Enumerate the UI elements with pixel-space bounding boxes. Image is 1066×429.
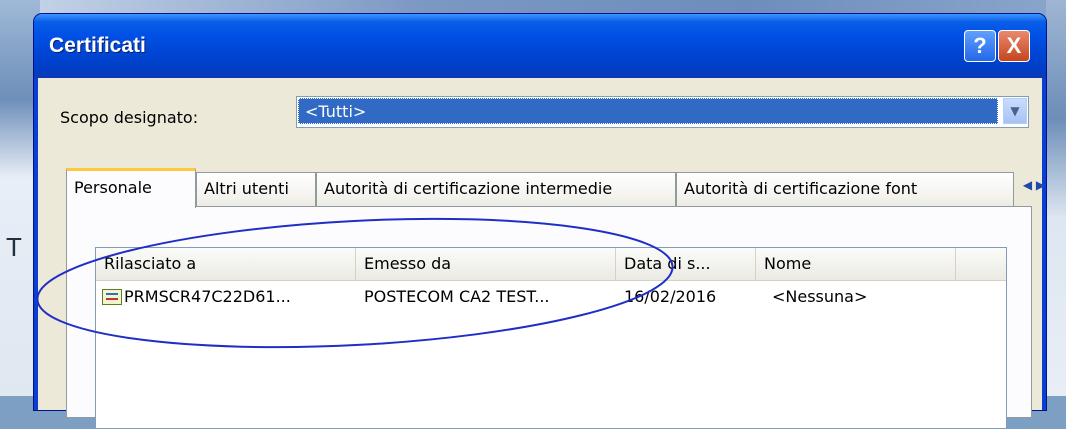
background-letter: T xyxy=(6,232,22,262)
column-header-date[interactable]: Data di s... xyxy=(616,248,756,280)
tab-personale[interactable]: Personale xyxy=(66,168,196,208)
tab-altri-utenti[interactable]: Altri utenti xyxy=(196,172,316,206)
column-header-issued-to[interactable]: Rilasciato a xyxy=(96,248,356,280)
dialog-body: Scopo designato: <Tutti> ▼ Personale Alt… xyxy=(38,78,1045,429)
list-item[interactable]: PRMSCR47C22D61... POSTECOM CA2 TEST... 1… xyxy=(96,282,1006,312)
tab-strip: Personale Altri utenti Autorità di certi… xyxy=(66,168,1045,208)
certificates-dialog: Certificati ? X Scopo designato: <Tutti>… xyxy=(34,14,1046,429)
dialog-title: Certificati xyxy=(49,34,146,57)
help-button[interactable]: ? xyxy=(964,30,996,62)
tab-autorita-intermedie[interactable]: Autorità di certificazione intermedie xyxy=(316,172,676,206)
close-button[interactable]: X xyxy=(998,30,1030,62)
scope-selected-value[interactable]: <Tutti> xyxy=(298,98,998,124)
tab-scroll-arrows[interactable]: ◀ ▶ xyxy=(1014,174,1054,196)
close-icon: X xyxy=(1006,33,1022,58)
chevron-left-icon[interactable]: ◀ xyxy=(1023,178,1032,192)
cell-issued-to: PRMSCR47C22D61... xyxy=(124,287,291,306)
chevron-down-icon[interactable]: ▼ xyxy=(1003,98,1027,124)
column-header-name[interactable]: Nome xyxy=(756,248,956,280)
cell-name: <Nessuna> xyxy=(772,287,868,306)
column-header-issued-by[interactable]: Emesso da xyxy=(356,248,616,280)
cell-issued-by: POSTECOM CA2 TEST... xyxy=(364,287,550,306)
list-header: Rilasciato a Emesso da Data di s... Nome xyxy=(96,248,1006,281)
scope-label: Scopo designato: xyxy=(60,108,199,127)
chevron-right-icon[interactable]: ▶ xyxy=(1036,178,1045,192)
help-icon: ? xyxy=(973,33,987,58)
background-window-right xyxy=(1046,0,1066,396)
cell-date: 16/02/2016 xyxy=(624,287,717,306)
certificate-icon xyxy=(102,289,122,305)
tab-autorita-fonti[interactable]: Autorità di certificazione font xyxy=(676,172,1014,206)
scope-select[interactable]: <Tutti> ▼ xyxy=(296,96,1029,128)
certificate-list[interactable]: Rilasciato a Emesso da Data di s... Nome… xyxy=(95,247,1007,429)
title-bar[interactable]: Certificati ? X xyxy=(34,14,1046,78)
tab-panel: Rilasciato a Emesso da Data di s... Nome… xyxy=(66,206,1032,429)
